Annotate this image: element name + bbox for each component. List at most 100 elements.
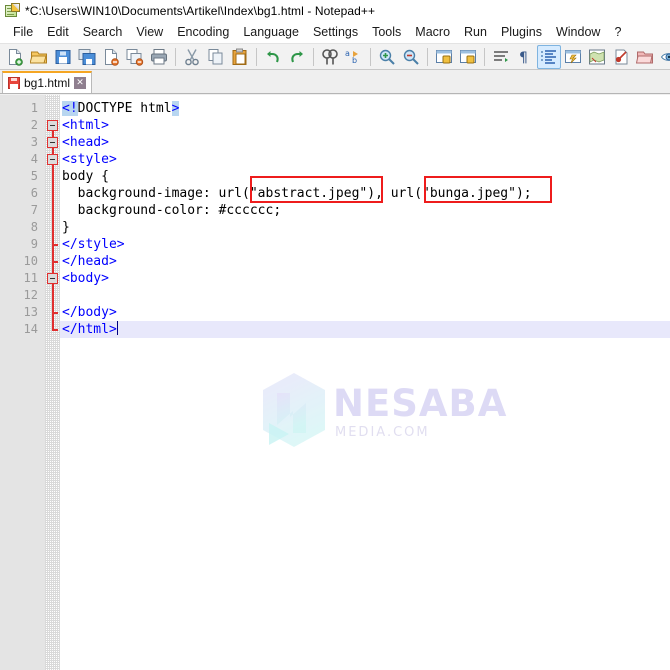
- fold-collapse-box[interactable]: [47, 154, 58, 165]
- code-token: background-image: url("abstract.jpeg"), …: [62, 186, 532, 201]
- fold-end-corner: [52, 329, 58, 331]
- line-number: 1: [30, 101, 38, 115]
- code-line[interactable]: </head>: [60, 253, 670, 270]
- line-number: 14: [23, 322, 38, 336]
- save-all-icon[interactable]: [75, 45, 99, 69]
- code-token: </head>: [62, 254, 117, 269]
- code-token: DOCTYPE: [77, 101, 133, 116]
- menu-item-help[interactable]: ?: [607, 23, 628, 41]
- zoom-in-icon[interactable]: [375, 45, 399, 69]
- menu-item-macro[interactable]: Macro: [408, 23, 457, 41]
- menu-item-window[interactable]: Window: [549, 23, 607, 41]
- code-line[interactable]: <style>: [60, 151, 670, 168]
- replace-icon[interactable]: a b: [342, 45, 366, 69]
- code-token: background-color: #cccccc;: [62, 203, 282, 218]
- svg-text:a: a: [345, 49, 350, 58]
- fold-collapse-box[interactable]: [47, 120, 58, 131]
- toolbar-separator: [370, 47, 371, 66]
- menu-item-view[interactable]: View: [129, 23, 170, 41]
- paste-icon[interactable]: [228, 45, 252, 69]
- fold-margin[interactable]: [45, 95, 60, 670]
- zoom-out-icon[interactable]: [399, 45, 423, 69]
- title-bar: *C:\Users\WIN10\Documents\Artikel\Index\…: [0, 0, 670, 22]
- toolbar-separator: [427, 47, 428, 66]
- code-token: </style>: [62, 237, 125, 252]
- fold-collapse-box[interactable]: [47, 137, 58, 148]
- menu-item-settings[interactable]: Settings: [306, 23, 365, 41]
- open-file-icon[interactable]: [27, 45, 51, 69]
- menu-item-file[interactable]: File: [6, 23, 40, 41]
- line-number: 6: [30, 186, 38, 200]
- fold-vertical-line: [52, 120, 54, 330]
- code-line[interactable]: </html>: [60, 321, 670, 338]
- code-token: <style>: [62, 152, 117, 167]
- code-line[interactable]: }: [60, 219, 670, 236]
- user-defined-dialog-icon[interactable]: [561, 45, 585, 69]
- menu-item-run[interactable]: Run: [457, 23, 494, 41]
- code-line[interactable]: background-image: url("abstract.jpeg"), …: [60, 185, 670, 202]
- sync-vertical-scrolling-icon[interactable]: [432, 45, 456, 69]
- toolbar-separator: [175, 47, 176, 66]
- code-token: <html>: [62, 118, 109, 133]
- svg-text:b: b: [352, 56, 357, 65]
- folder-as-workspace-icon[interactable]: [633, 45, 657, 69]
- code-token: <body>: [62, 271, 109, 286]
- line-number: 10: [23, 254, 38, 268]
- code-token: body {: [62, 169, 109, 184]
- line-number: 9: [30, 237, 38, 251]
- unsaved-save-icon: [8, 77, 20, 89]
- menu-item-encoding[interactable]: Encoding: [170, 23, 236, 41]
- line-number: 5: [30, 169, 38, 183]
- menu-item-tools[interactable]: Tools: [365, 23, 408, 41]
- line-number: 11: [23, 271, 38, 285]
- fold-branch-tick: [52, 244, 58, 246]
- cut-icon[interactable]: [180, 45, 204, 69]
- word-wrap-icon[interactable]: [489, 45, 513, 69]
- save-icon[interactable]: [51, 45, 75, 69]
- code-line[interactable]: background-color: #cccccc;: [60, 202, 670, 219]
- print-icon[interactable]: [147, 45, 171, 69]
- fold-branch-tick: [52, 312, 58, 314]
- notepad-plus-plus-icon: [4, 3, 20, 19]
- redo-icon[interactable]: [285, 45, 309, 69]
- toolbar-separator: [313, 47, 314, 66]
- fold-collapse-box[interactable]: [47, 273, 58, 284]
- line-number: 4: [30, 152, 38, 166]
- new-file-icon[interactable]: [3, 45, 27, 69]
- document-map-icon[interactable]: [585, 45, 609, 69]
- svg-text:¶: ¶: [519, 50, 528, 66]
- code-line[interactable]: [60, 287, 670, 304]
- menu-item-language[interactable]: Language: [236, 23, 306, 41]
- code-text-area[interactable]: <!DOCTYPE html> <html> <head> <style> body {…: [60, 95, 670, 670]
- code-token: </html>: [62, 322, 117, 337]
- tab-bg1-html[interactable]: bg1.html ✕: [2, 71, 93, 93]
- monitoring-icon[interactable]: [657, 45, 670, 69]
- menu-item-plugins[interactable]: Plugins: [494, 23, 549, 41]
- show-all-characters-icon[interactable]: ¶: [513, 45, 537, 69]
- code-editor[interactable]: 1 2 3 4 5 6 7 8 9 10 11 12 13 14 <!DOCTYPE html> <html…: [0, 95, 670, 670]
- copy-icon[interactable]: [204, 45, 228, 69]
- toolbar-separator: [484, 47, 485, 66]
- code-line[interactable]: </style>: [60, 236, 670, 253]
- toolbar: a b ¶: [0, 43, 670, 70]
- line-number: 13: [23, 305, 38, 319]
- code-line[interactable]: </body>: [60, 304, 670, 321]
- undo-icon[interactable]: [261, 45, 285, 69]
- indent-guide-icon[interactable]: [537, 44, 561, 69]
- close-icon[interactable]: ✕: [74, 77, 87, 89]
- sync-horizontal-scrolling-icon[interactable]: [456, 45, 480, 69]
- code-line[interactable]: <head>: [60, 134, 670, 151]
- close-file-icon[interactable]: [99, 45, 123, 69]
- code-token: <head>: [62, 135, 109, 150]
- line-number-gutter: 1 2 3 4 5 6 7 8 9 10 11 12 13 14: [0, 95, 45, 670]
- code-line[interactable]: <html>: [60, 117, 670, 134]
- code-line[interactable]: <!DOCTYPE html>: [60, 100, 670, 117]
- code-line[interactable]: <body>: [60, 270, 670, 287]
- function-list-icon[interactable]: [609, 45, 633, 69]
- menu-item-edit[interactable]: Edit: [40, 23, 76, 41]
- close-all-files-icon[interactable]: [123, 45, 147, 69]
- line-number: 12: [23, 288, 38, 302]
- code-line[interactable]: body {: [60, 168, 670, 185]
- find-icon[interactable]: [318, 45, 342, 69]
- menu-item-search[interactable]: Search: [76, 23, 130, 41]
